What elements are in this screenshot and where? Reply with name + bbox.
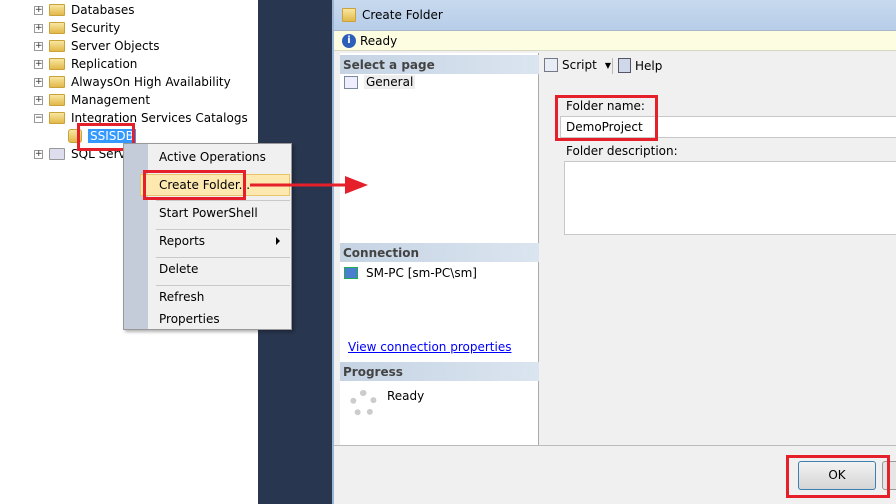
collapse-icon[interactable]: − (34, 113, 43, 123)
page-icon (344, 75, 358, 89)
progress-header: Progress (340, 362, 539, 381)
folder-icon (49, 22, 65, 34)
progress-spinner-icon (350, 390, 377, 417)
menu-item-refresh[interactable]: Refresh (159, 290, 204, 304)
create-folder-dialog: Create Folder i Ready Select a page Gener… (332, 0, 896, 504)
menu-item-start-powershell[interactable]: Start PowerShell (159, 206, 258, 220)
status-bar: i Ready (334, 30, 896, 51)
server-icon (344, 267, 358, 279)
folder-icon (49, 58, 65, 70)
menu-item-active-operations[interactable]: Active Operations (159, 150, 266, 164)
dialog-button-bar: OK (334, 445, 896, 504)
dialog-title-bar[interactable]: Create Folder (334, 0, 896, 30)
agent-icon (49, 148, 65, 160)
tree-node-replication[interactable]: + Replication (34, 55, 137, 73)
menu-item-properties[interactable]: Properties (159, 312, 220, 326)
tree-node-databases[interactable]: + Databases (34, 1, 135, 19)
expand-icon[interactable]: + (34, 41, 43, 51)
tree-node-server-objects[interactable]: + Server Objects (34, 37, 160, 55)
expand-icon[interactable]: + (34, 95, 43, 105)
menu-separator (156, 229, 290, 230)
select-page-pane: Select a page General Connection SM-PC [… (340, 53, 539, 445)
menu-item-reports[interactable]: Reports (159, 234, 205, 248)
folder-description-input[interactable] (564, 161, 896, 235)
toolbar-separator (612, 58, 613, 74)
menu-separator (156, 257, 290, 258)
expand-icon[interactable]: + (34, 77, 43, 87)
connection-info: SM-PC [sm-PC\sm] (344, 266, 477, 280)
expand-icon[interactable]: + (34, 5, 43, 15)
red-arrow-icon (250, 176, 368, 194)
highlight-box-create-folder (143, 170, 246, 200)
tree-node-management[interactable]: + Management (34, 91, 150, 109)
connection-header: Connection (340, 243, 539, 262)
script-button[interactable]: Script ▼ (544, 58, 611, 72)
folder-description-label: Folder description: (566, 144, 678, 158)
tree-node-integration-services[interactable]: − Integration Services Catalogs (34, 109, 248, 127)
view-connection-properties-link[interactable]: View connection properties (348, 340, 511, 354)
folder-icon (49, 40, 65, 52)
expand-icon[interactable]: + (34, 149, 43, 159)
progress-status: Ready (387, 389, 425, 403)
dropdown-arrow-icon[interactable]: ▼ (605, 61, 611, 70)
highlight-box-folder-name (555, 95, 658, 141)
highlight-box-ok (786, 455, 890, 498)
submenu-arrow-icon (276, 237, 280, 245)
folder-icon (49, 4, 65, 16)
expand-icon[interactable]: + (34, 23, 43, 33)
tree-node-alwayson[interactable]: + AlwaysOn High Availability (34, 73, 231, 91)
select-page-header: Select a page (340, 55, 539, 74)
page-general[interactable]: General (344, 75, 416, 89)
script-icon (544, 58, 558, 72)
help-button[interactable]: Help (618, 58, 662, 73)
folder-icon (49, 76, 65, 88)
context-menu: Active Operations Create Folder... Start… (123, 143, 292, 330)
expand-icon[interactable]: + (34, 59, 43, 69)
menu-separator (156, 285, 290, 286)
info-icon: i (342, 33, 356, 48)
create-folder-icon (342, 8, 356, 22)
menu-item-delete[interactable]: Delete (159, 262, 198, 276)
folder-icon (49, 112, 65, 124)
help-icon (618, 58, 631, 73)
folder-icon (49, 94, 65, 106)
menu-separator (156, 200, 290, 201)
tree-node-security[interactable]: + Security (34, 19, 120, 37)
general-page: Script ▼ Help Folder name: DemoProject Fo… (540, 53, 896, 445)
